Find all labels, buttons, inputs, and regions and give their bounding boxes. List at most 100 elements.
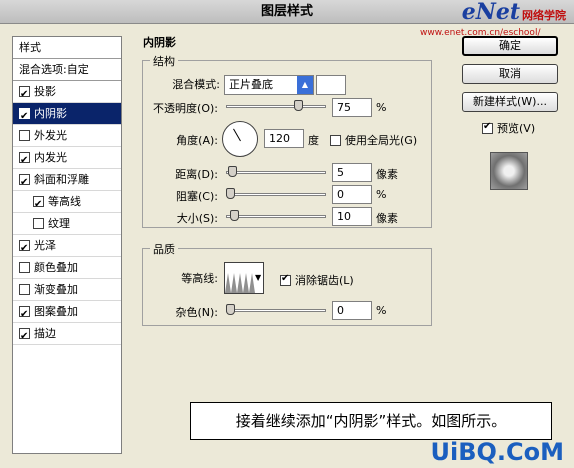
contour-preview-icon [225,273,255,293]
style-item[interactable]: 投影 [13,81,121,106]
style-item-label: 光泽 [34,238,56,252]
antialias-label: 消除锯齿(L) [295,274,354,287]
style-item-label: 斜面和浮雕 [34,172,89,186]
style-item-label: 渐变叠加 [34,282,78,296]
style-item[interactable]: 等高线 [13,191,121,216]
opacity-input[interactable]: 75 [332,98,372,117]
style-item[interactable]: 外发光 [13,125,121,147]
style-item[interactable]: 斜面和浮雕 [13,169,121,194]
style-item[interactable]: 纹理 [13,213,121,235]
preview-checkbox[interactable]: 预览(V) [482,120,535,136]
uibq-logo: UiBQ.CoM [430,438,564,466]
style-item-label: 描边 [34,326,56,340]
contour-dropdown-arrow-icon[interactable]: ▼ [255,263,261,293]
style-item[interactable]: 内发光 [13,147,121,172]
noise-label: 杂色(N): [175,306,218,319]
global-light-checkbox[interactable]: 使用全局光(G) [330,132,417,148]
style-item[interactable]: 内阴影 [13,103,121,128]
blend-mode-value: 正片叠底 [229,78,273,91]
choke-unit: % [376,188,387,201]
contour-label: 等高线: [181,272,218,285]
blend-options-item[interactable]: 混合选项:自定 [13,59,121,81]
antialias-checkbox[interactable]: 消除锯齿(L) [280,272,354,288]
noise-input[interactable]: 0 [332,301,372,320]
blend-mode-select[interactable]: 正片叠底 ▲ [224,75,314,95]
noise-unit: % [376,304,387,317]
preview-label: 预览(V) [497,122,536,135]
dropdown-arrow-icon: ▲ [297,76,313,94]
size-slider-thumb[interactable] [230,210,239,221]
style-item[interactable]: 图案叠加 [13,301,121,326]
style-item-label: 内发光 [34,150,67,164]
distance-input[interactable]: 5 [332,163,372,182]
choke-slider[interactable] [226,188,326,200]
style-list-panel: 样式 混合选项:自定 投影内阴影外发光内发光斜面和浮雕等高线纹理光泽颜色叠加渐变… [12,36,122,454]
noise-slider[interactable] [226,304,326,316]
antialias-checkbox-box[interactable] [280,273,291,286]
size-label: 大小(S): [176,212,218,225]
distance-unit: 像素 [376,168,398,181]
style-item-label: 纹理 [48,216,70,230]
style-item-checkbox[interactable] [19,304,30,326]
preview-image [490,152,528,190]
quality-title: 品质 [150,241,178,257]
opacity-unit: % [376,101,387,114]
styles-header[interactable]: 样式 [13,37,121,59]
choke-input[interactable]: 0 [332,185,372,204]
style-item-checkbox[interactable] [19,238,30,260]
style-item[interactable]: 描边 [13,323,121,348]
size-unit: 像素 [376,212,398,225]
size-input[interactable]: 10 [332,207,372,226]
style-item-label: 等高线 [48,194,81,208]
style-item-checkbox[interactable] [19,326,30,348]
opacity-slider-thumb[interactable] [294,100,304,111]
distance-slider[interactable] [226,166,326,178]
window-title-text: 图层样式 [260,4,313,19]
distance-slider-thumb[interactable] [228,166,237,177]
opacity-label: 不透明度(O): [153,102,218,115]
ok-button[interactable]: 确定 [462,36,558,56]
angle-unit: 度 [308,134,319,147]
style-item[interactable]: 渐变叠加 [13,279,121,301]
style-item[interactable]: 颜色叠加 [13,257,121,279]
blend-mode-label: 混合模式: [172,78,220,91]
cancel-button[interactable]: 取消 [462,64,558,84]
contour-picker[interactable]: ▼ [224,262,264,294]
angle-dial-needle [233,128,241,142]
style-item-label: 图案叠加 [34,304,78,318]
style-item-checkbox[interactable] [19,106,30,128]
style-item-checkbox[interactable] [19,284,30,295]
style-item-label: 内阴影 [34,106,67,120]
size-slider[interactable] [226,210,326,222]
enet-logo: eNet 网络学院 [461,0,566,25]
preview-thumbnail [480,140,538,202]
style-item[interactable]: 光泽 [13,235,121,260]
preview-checkbox-box[interactable] [482,121,493,134]
style-item-label: 投影 [34,84,56,98]
noise-slider-thumb[interactable] [226,304,235,315]
opacity-slider[interactable] [226,100,326,112]
style-item-checkbox[interactable] [19,130,30,141]
choke-label: 阻塞(C): [176,190,218,203]
caption-text: 接着继续添加“内阴影”样式。如图所示。 [190,402,552,440]
choke-slider-thumb[interactable] [226,188,235,199]
style-item-checkbox[interactable] [19,262,30,273]
style-item-checkbox[interactable] [33,218,44,229]
section-title: 内阴影 [140,34,179,50]
angle-label: 角度(A): [176,134,218,147]
style-item-label: 外发光 [34,128,67,142]
style-item-checkbox[interactable] [33,194,44,216]
style-item-checkbox[interactable] [19,150,30,172]
structure-title: 结构 [150,53,178,69]
style-item-checkbox[interactable] [19,172,30,194]
style-item-checkbox[interactable] [19,84,30,106]
angle-dial[interactable] [222,121,258,157]
new-style-button[interactable]: 新建样式(W)... [462,92,558,112]
angle-input[interactable]: 120 [264,129,304,148]
style-item-label: 颜色叠加 [34,260,78,274]
shadow-color-swatch[interactable] [316,75,346,95]
distance-label: 距离(D): [175,168,218,181]
global-light-label: 使用全局光(G) [345,134,418,147]
window-title: 图层样式 eNet 网络学院 [0,0,574,24]
global-light-checkbox-box[interactable] [330,134,341,146]
